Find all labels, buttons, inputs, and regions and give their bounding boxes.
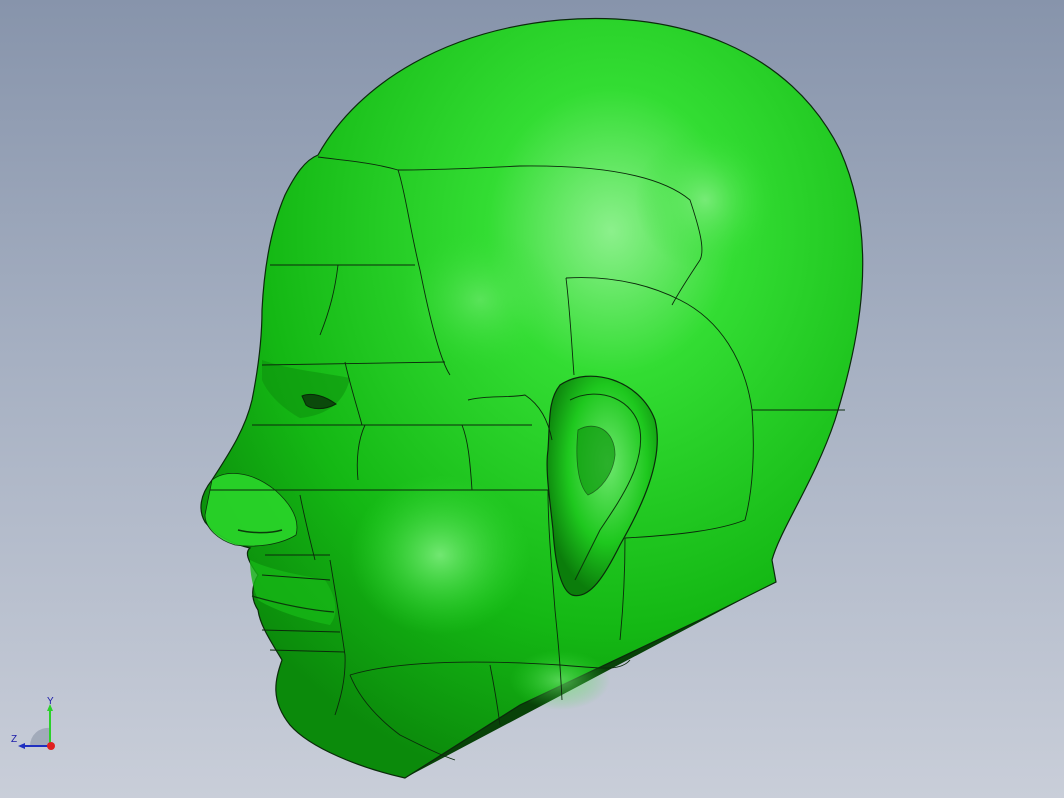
z-axis-label: Z [11, 734, 18, 745]
temple-highlight [400, 230, 560, 370]
jaw-highlight [510, 650, 610, 710]
head-3d-model[interactable] [0, 0, 1064, 798]
cheek-highlight [350, 475, 530, 635]
y-axis-label: Y [47, 696, 54, 707]
graphics-viewport[interactable]: Y Z [0, 0, 1064, 798]
triad-graphic [18, 704, 55, 750]
view-triad[interactable]: Y Z [8, 696, 68, 756]
x-axis [47, 742, 55, 750]
cranium-highlight [635, 130, 775, 270]
